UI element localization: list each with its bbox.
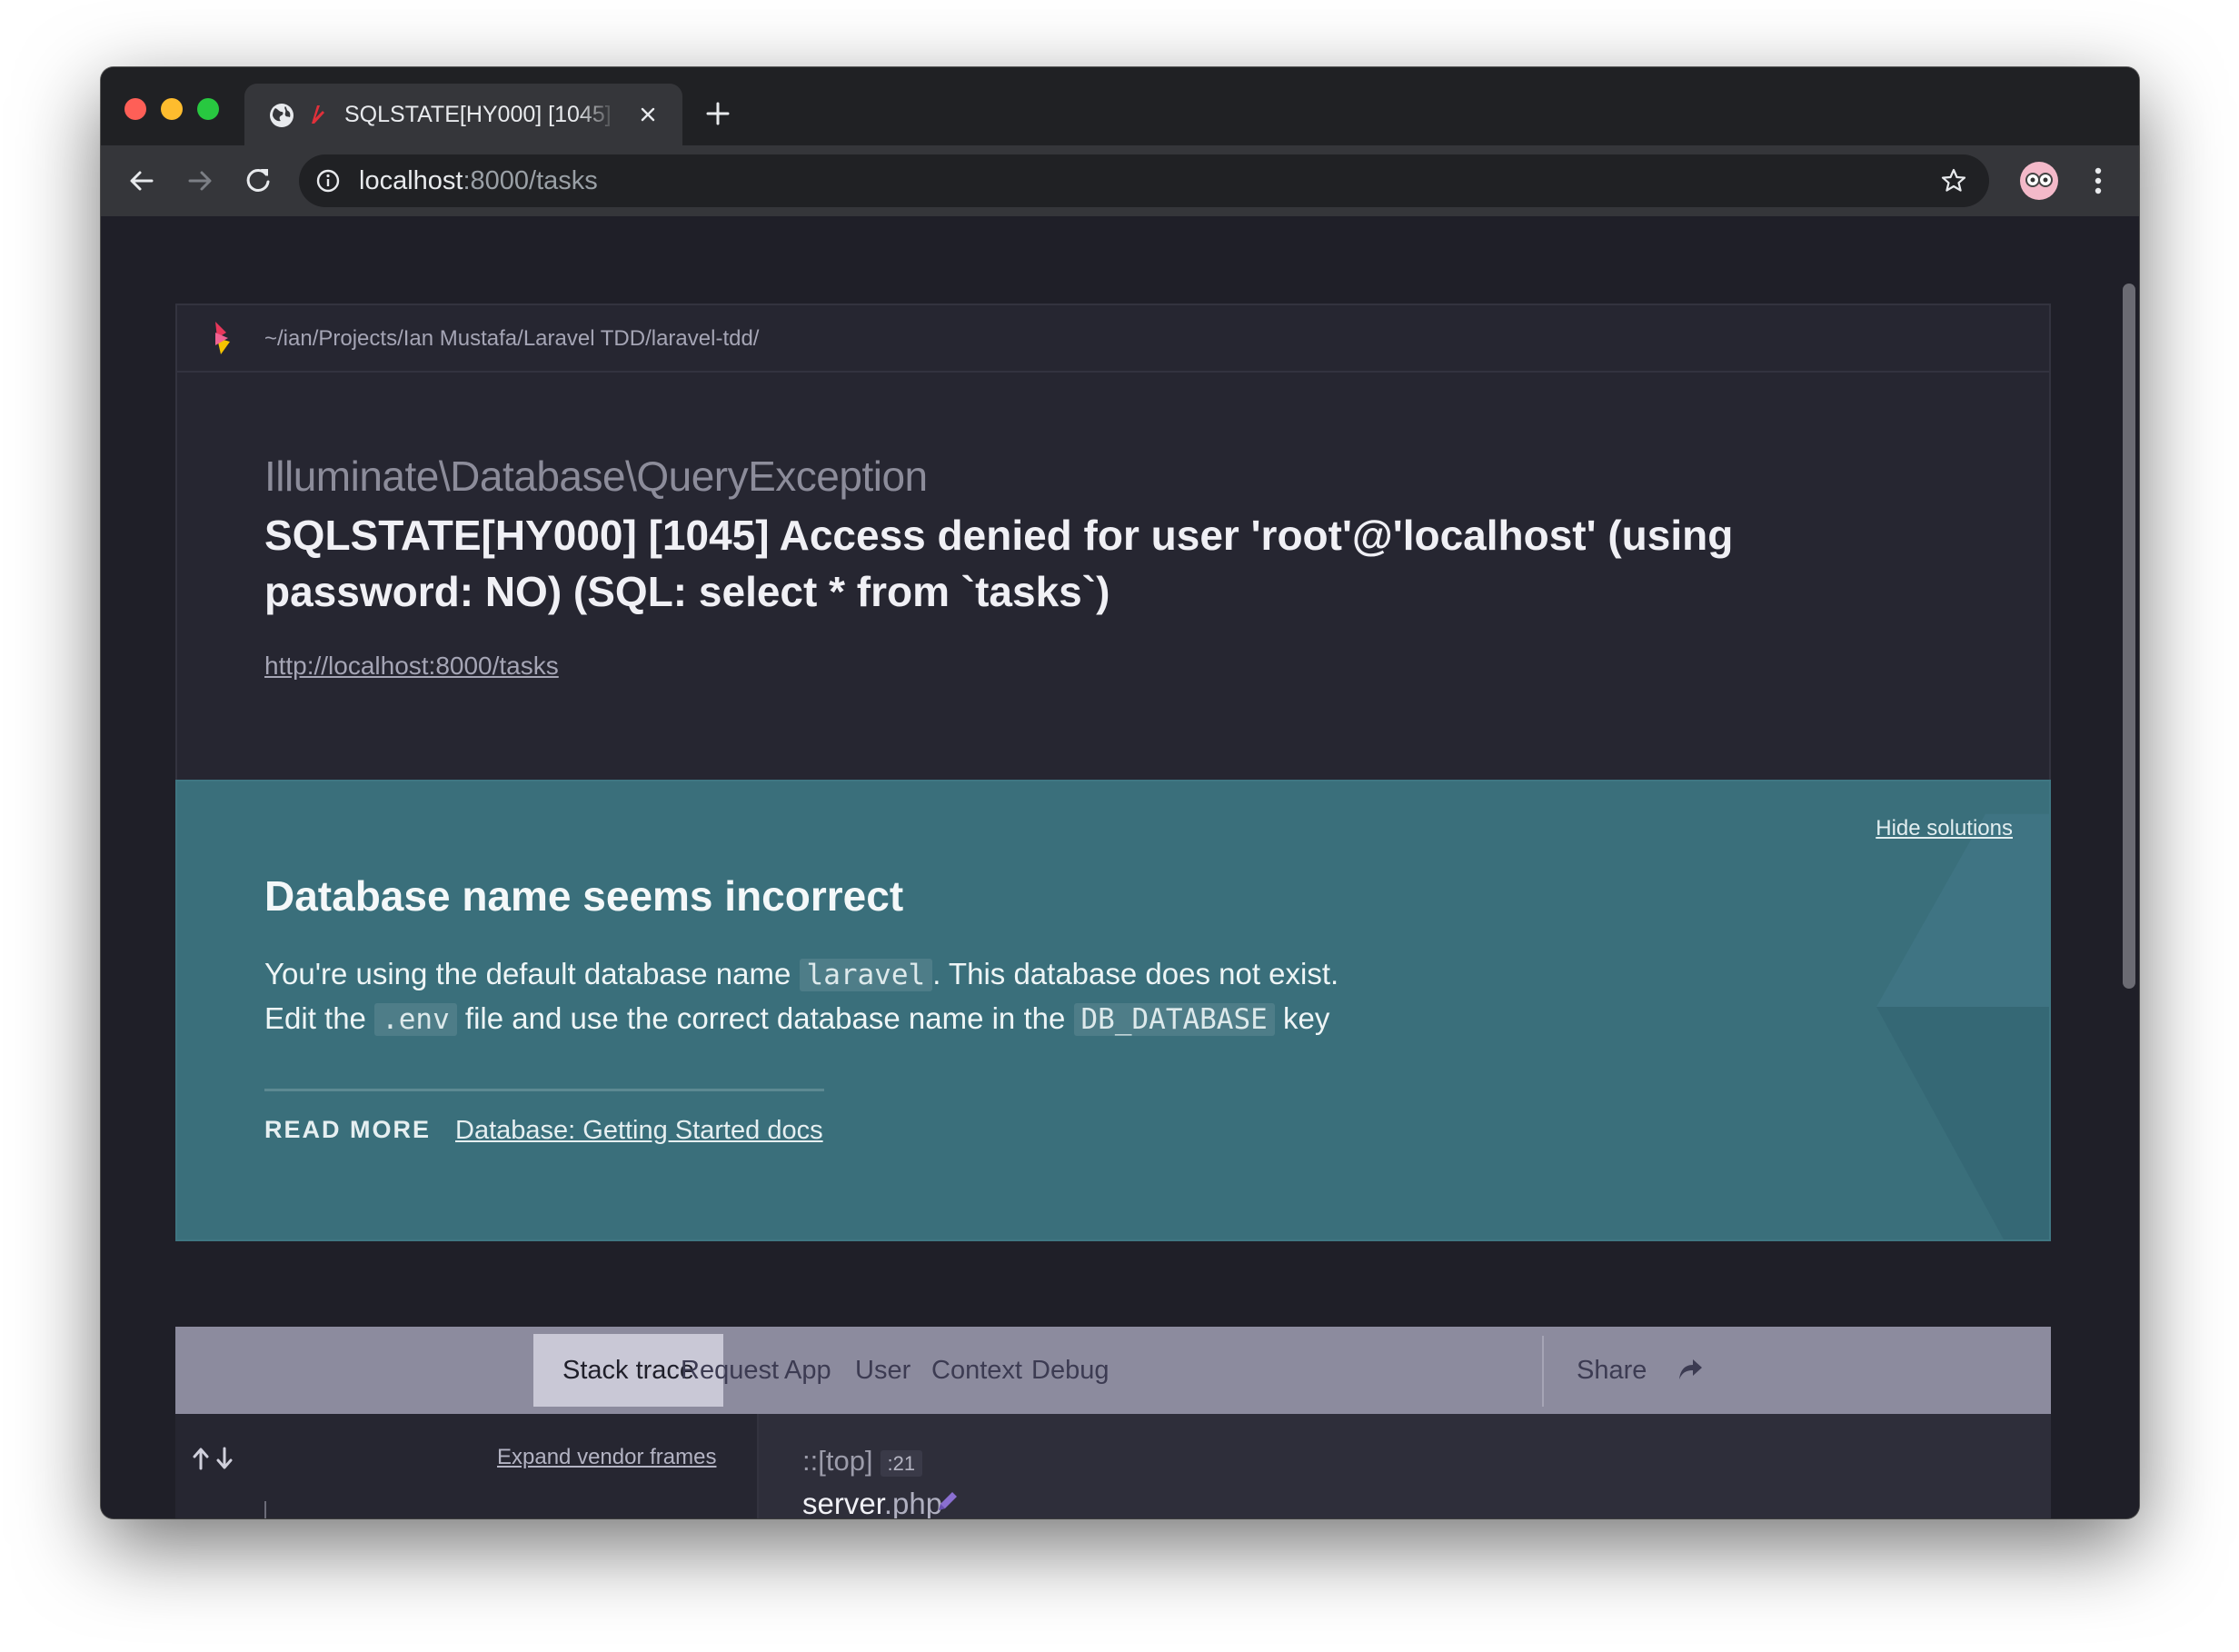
details-tabs: Stack trace Request App User Context Deb… — [175, 1327, 2051, 1414]
browser-tab-active[interactable]: SQLSTATE[HY000] [1045] Access denied for… — [244, 84, 682, 145]
read-more-label: READ MORE — [264, 1116, 432, 1143]
solution-panel: Hide solutions Database name seems incor… — [175, 780, 2051, 1241]
site-info-icon[interactable] — [315, 168, 341, 194]
globe-icon — [270, 104, 294, 127]
frame-file-name: server.php — [802, 1487, 942, 1518]
exception-header: ~/ian/Projects/Ian Mustafa/Laravel TDD/l… — [175, 304, 2051, 783]
tab-request[interactable]: Request — [681, 1334, 779, 1407]
stack-frames-list: Expand vendor frames — [175, 1414, 759, 1518]
zoom-window-button[interactable] — [197, 98, 219, 120]
url-host: localhost — [359, 166, 463, 195]
browser-toolbar: localhost:8000/tasks — [101, 145, 2139, 216]
solution-divider — [264, 1089, 824, 1091]
tab-context[interactable]: Context — [931, 1334, 1022, 1407]
tab-user[interactable]: User — [855, 1334, 911, 1407]
tab-share[interactable]: Share — [1577, 1334, 1647, 1407]
expand-vendor-frames-link[interactable]: Expand vendor frames — [497, 1445, 716, 1470]
reload-icon[interactable] — [241, 164, 275, 198]
forward-arrow-icon[interactable] — [183, 164, 217, 198]
url-text: localhost:8000/tasks — [359, 165, 598, 196]
frame-connector — [264, 1501, 266, 1518]
frame-file-ext: .php — [883, 1487, 943, 1518]
frame-method: ::[top] — [802, 1445, 873, 1477]
avatar-glasses-icon — [2025, 173, 2053, 187]
close-tab-icon[interactable] — [635, 102, 661, 127]
frame-location: ::[top] :21 — [802, 1445, 923, 1478]
tab-debug[interactable]: Debug — [1031, 1334, 1109, 1407]
code-laravel: laravel — [799, 959, 933, 991]
share-arrow-icon[interactable] — [1677, 1358, 1704, 1383]
stack-frame-detail: ::[top] :21 server.php — [759, 1414, 2051, 1518]
frame-line-number: :21 — [880, 1450, 923, 1477]
laravel-favicon-icon — [312, 105, 324, 124]
solution-text: file and use the correct database name i… — [456, 1001, 1074, 1035]
more-menu-icon[interactable] — [2091, 164, 2105, 198]
page-scrollbar[interactable] — [2123, 284, 2135, 989]
docs-link[interactable]: Database: Getting Started docs — [455, 1116, 823, 1146]
solution-text: Edit the — [264, 1001, 375, 1035]
new-tab-icon[interactable] — [702, 98, 733, 129]
tab-strip: SQLSTATE[HY000] [1045] Access denied for… — [101, 67, 2139, 145]
page-viewport: ~/ian/Projects/Ian Mustafa/Laravel TDD/l… — [101, 216, 2139, 1518]
tab-app[interactable]: App — [784, 1334, 831, 1407]
browser-window: SQLSTATE[HY000] [1045] Access denied for… — [101, 67, 2139, 1518]
minimize-window-button[interactable] — [161, 98, 183, 120]
tabs-divider — [1542, 1336, 1544, 1407]
up-down-arrows-icon[interactable] — [190, 1443, 239, 1474]
bookmark-star-icon[interactable] — [1940, 167, 1967, 194]
frame-file-base: server — [802, 1487, 884, 1518]
code-env: .env — [374, 1003, 457, 1036]
ignition-logo-icon — [215, 322, 230, 354]
edit-pencil-icon[interactable] — [935, 1488, 960, 1514]
solution-description: You're using the default database name l… — [264, 952, 1537, 1041]
hide-solutions-link[interactable]: Hide solutions — [1876, 816, 2013, 841]
solution-text: . This database does not exist. — [932, 957, 1339, 990]
back-arrow-icon[interactable] — [124, 164, 159, 198]
code-db-database: DB_DATABASE — [1073, 1003, 1275, 1036]
project-path-bar: ~/ian/Projects/Ian Mustafa/Laravel TDD/l… — [177, 305, 2049, 373]
solution-title: Database name seems incorrect — [264, 872, 904, 920]
url-path: :8000/tasks — [463, 166, 598, 195]
request-url-link[interactable]: http://localhost:8000/tasks — [264, 651, 559, 682]
solution-decoration — [1876, 813, 2049, 1239]
exception-class: Illuminate\Database\QueryException — [264, 453, 928, 500]
exception-message: SQLSTATE[HY000] [1045] Access denied for… — [264, 512, 1734, 615]
solution-text: You're using the default database name — [264, 957, 800, 990]
project-path: ~/ian/Projects/Ian Mustafa/Laravel TDD/l… — [264, 326, 760, 351]
profile-avatar-icon[interactable] — [2020, 162, 2058, 200]
address-bar[interactable]: localhost:8000/tasks — [299, 154, 1989, 207]
solution-text: key — [1274, 1001, 1330, 1035]
close-window-button[interactable] — [124, 98, 146, 120]
tab-title: SQLSTATE[HY000] [1045] Access denied for… — [344, 102, 617, 127]
